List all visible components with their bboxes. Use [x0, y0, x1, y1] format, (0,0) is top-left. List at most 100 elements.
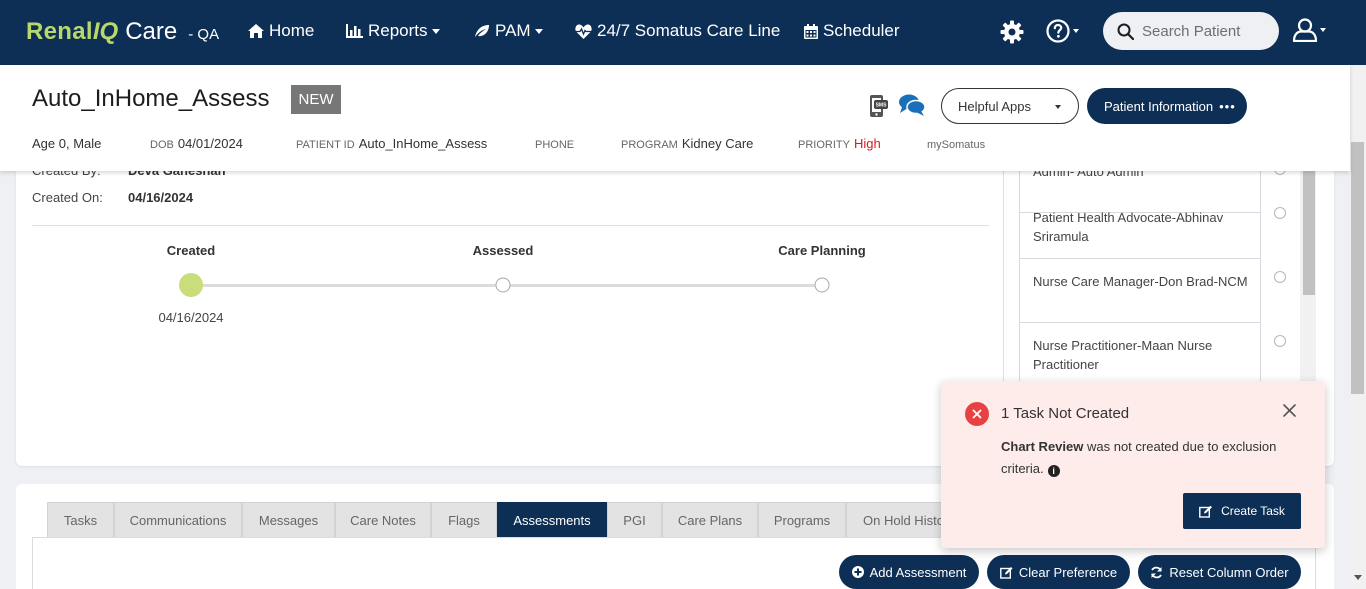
- refresh-icon: [1151, 566, 1163, 578]
- priority-key: PRIORITY: [798, 139, 850, 151]
- nav-pam[interactable]: PAM: [474, 21, 543, 41]
- scroll-down-arrow-icon[interactable]: [1354, 575, 1362, 580]
- top-navbar: Renal IQ Care - QA Home Reports PAM 24/7 …: [0, 0, 1366, 65]
- program-key: PROGRAM: [621, 139, 678, 151]
- nav-careline[interactable]: 24/7 Somatus Care Line: [575, 21, 780, 41]
- tab-communications[interactable]: Communications: [114, 502, 242, 538]
- comments-icon: [899, 94, 926, 116]
- create-task-button[interactable]: Create Task: [1183, 493, 1301, 529]
- leaf-icon: [475, 25, 489, 37]
- helpful-apps-dropdown[interactable]: Helpful Apps: [941, 88, 1079, 124]
- toast-message: Chart Review was not created due to excl…: [1001, 436, 1301, 480]
- assignee-scrollbar-thumb[interactable]: [1303, 171, 1315, 295]
- tab-flags[interactable]: Flags: [431, 502, 497, 538]
- calendar-icon: [804, 23, 818, 39]
- priority-field: PRIORITY High: [798, 136, 881, 151]
- step-date-created: 04/16/2024: [158, 310, 224, 325]
- priority-value: High: [853, 136, 881, 151]
- user-menu-button[interactable]: [1292, 18, 1326, 42]
- chevron-down-icon: [1320, 28, 1326, 32]
- error-icon: [965, 402, 989, 426]
- assignee-radio[interactable]: [1274, 207, 1286, 219]
- close-icon: [1283, 404, 1296, 417]
- tab-tasks[interactable]: Tasks: [47, 502, 114, 538]
- mysomatus-link[interactable]: mySomatus: [927, 136, 989, 151]
- status-badge: NEW: [291, 85, 341, 114]
- nav-scheduler-label: Scheduler: [823, 21, 900, 40]
- phone-field: PHONE: [535, 136, 578, 151]
- toast-task-name: Chart Review: [1001, 439, 1084, 454]
- page-scrollbar-thumb[interactable]: [1351, 142, 1364, 394]
- patient-id-key: PATIENT ID: [296, 139, 355, 151]
- tab-care-notes[interactable]: Care Notes: [335, 502, 431, 538]
- add-assessment-button[interactable]: Add Assessment: [839, 555, 979, 589]
- clear-preference-label: Clear Preference: [1018, 564, 1118, 580]
- patient-information-label: Patient Information: [1104, 98, 1214, 114]
- assignee-radio[interactable]: [1274, 335, 1286, 347]
- nav-reports[interactable]: Reports: [346, 21, 440, 41]
- list-item[interactable]: Patient Health Advocate-Abhinav Sriramul…: [1020, 195, 1261, 259]
- patient-id-value: Auto_InHome_Assess: [358, 136, 488, 151]
- dob-value: 04/01/2024: [177, 136, 243, 151]
- step-label-care-planning: Care Planning: [778, 243, 866, 258]
- edit-icon: [999, 566, 1013, 579]
- chevron-down-icon: [1073, 29, 1079, 33]
- tab-messages[interactable]: Messages: [242, 502, 335, 538]
- patient-id-field: PATIENT ID Auto_InHome_Assess: [296, 136, 487, 151]
- home-icon: [248, 24, 264, 38]
- tab-pgi[interactable]: PGI: [607, 502, 662, 538]
- reset-column-order-label: Reset Column Order: [1169, 564, 1289, 580]
- nav-reports-label: Reports: [368, 21, 428, 40]
- divider: [32, 225, 989, 226]
- tab-programs[interactable]: Programs: [758, 502, 846, 538]
- nav-pam-label: PAM: [495, 21, 531, 40]
- step-label-created: Created: [166, 243, 216, 258]
- help-menu-button[interactable]: [1046, 19, 1079, 43]
- list-item[interactable]: Nurse Practitioner-Maan Nurse Practition…: [1020, 323, 1261, 387]
- nav-home-label: Home: [269, 21, 315, 40]
- plus-circle-icon: [851, 566, 864, 578]
- program-value: Kidney Care: [681, 136, 754, 151]
- step-label-assessed: Assessed: [472, 243, 534, 258]
- assignee-radio[interactable]: [1274, 271, 1286, 283]
- question-circle-icon: [1046, 19, 1070, 43]
- brand-logo[interactable]: Renal IQ Care - QA: [26, 18, 219, 46]
- patient-information-button[interactable]: Patient Information •••: [1087, 88, 1247, 124]
- dob-key: DOB: [150, 139, 174, 151]
- reset-column-order-button[interactable]: Reset Column Order: [1138, 555, 1301, 589]
- tab-assessments[interactable]: Assessments: [497, 502, 607, 538]
- create-task-label: Create Task: [1221, 504, 1285, 518]
- assignee-list: Admin- Auto Admin Patient Health Advocat…: [1019, 171, 1300, 401]
- helpful-apps-label: Helpful Apps: [958, 98, 1031, 114]
- chevron-down-icon: [534, 28, 543, 34]
- step-dot-created: [179, 273, 203, 297]
- user-icon: [1292, 18, 1318, 42]
- edit-icon: [1199, 505, 1213, 518]
- step-dot-care-planning: [814, 277, 830, 293]
- patient-name: Auto_InHome_Assess: [32, 85, 270, 112]
- search-icon: [1117, 23, 1134, 40]
- nav-scheduler[interactable]: Scheduler: [804, 21, 900, 41]
- tab-care-plans[interactable]: Care Plans: [662, 502, 758, 538]
- sms-button[interactable]: SMS: [868, 95, 889, 122]
- clear-preference-button[interactable]: Clear Preference: [987, 555, 1130, 589]
- svg-text:SMS: SMS: [876, 103, 888, 109]
- patient-header: Auto_InHome_Assess NEW SMS Helpful Apps …: [0, 65, 1350, 171]
- sms-phone-icon: SMS: [870, 95, 888, 117]
- list-item[interactable]: Nurse Care Manager-Don Brad-NCM: [1020, 259, 1261, 323]
- chat-button[interactable]: [898, 93, 926, 122]
- info-icon[interactable]: i: [1047, 465, 1060, 477]
- search-input[interactable]: [1142, 22, 1272, 40]
- program-field: PROGRAM Kidney Care: [621, 136, 753, 151]
- mysomatus-label: mySomatus: [927, 139, 986, 151]
- nav-home[interactable]: Home: [248, 21, 314, 41]
- patient-search[interactable]: [1103, 12, 1279, 50]
- toast-close-button[interactable]: [1283, 404, 1296, 422]
- step-dot-assessed: [495, 277, 511, 293]
- bar-chart-icon: [346, 24, 363, 38]
- more-dots-icon: •••: [1219, 98, 1236, 114]
- settings-button[interactable]: [1000, 20, 1024, 49]
- nav-careline-label: 24/7 Somatus Care Line: [597, 21, 781, 40]
- brand-care: Care: [125, 18, 178, 45]
- chevron-down-icon: [1055, 105, 1061, 109]
